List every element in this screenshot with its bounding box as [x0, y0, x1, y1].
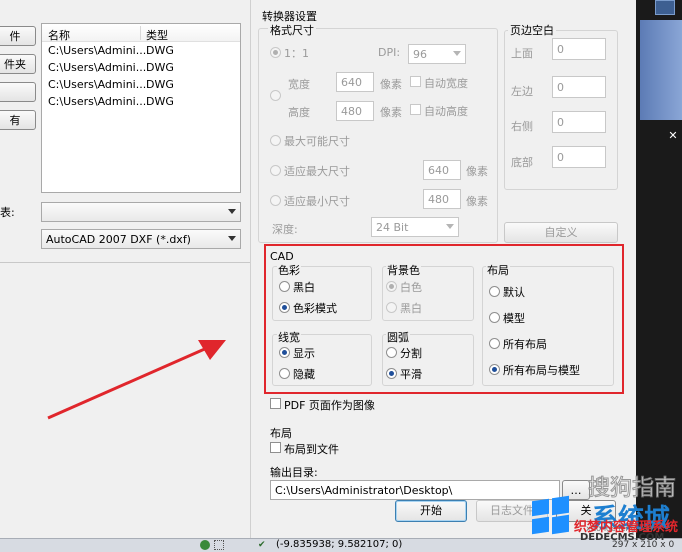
file-type: DWG — [146, 78, 174, 91]
height-label: 高度 — [288, 106, 310, 119]
margin-left-input[interactable]: 0 — [552, 76, 606, 98]
width-unit: 像素 — [380, 78, 402, 91]
divider — [0, 262, 250, 263]
list-item[interactable]: C:\Users\Admini... DWG — [42, 93, 240, 110]
max-possible-radio[interactable] — [270, 135, 281, 146]
height-unit: 像素 — [380, 106, 402, 119]
auto-width-label: 自动宽度 — [424, 77, 468, 90]
margin-bottom-label: 底部 — [511, 156, 533, 169]
margin-bottom-input[interactable]: 0 — [552, 146, 606, 168]
column-header-name[interactable]: 名称 — [48, 27, 70, 43]
fit-max-radio[interactable] — [270, 165, 281, 176]
auto-height-checkbox[interactable] — [410, 104, 421, 115]
chevron-down-icon — [228, 236, 236, 241]
fit-max-unit: 像素 — [466, 165, 488, 178]
file-type: DWG — [146, 44, 174, 57]
fit-min-radio[interactable] — [270, 195, 281, 206]
remove-button[interactable] — [0, 82, 36, 102]
fit-max-label: 适应最大尺寸 — [284, 165, 350, 178]
auto-height-label: 自动高度 — [424, 105, 468, 118]
file-type: DWG — [146, 95, 174, 108]
file-list[interactable]: 名称 类型 C:\Users\Admini... DWG C:\Users\Ad… — [41, 23, 241, 193]
margin-bottom-value: 0 — [557, 151, 564, 164]
format-size-title: 格式尺寸 — [268, 22, 316, 38]
margin-top-input[interactable]: 0 — [552, 38, 606, 60]
add-file-button[interactable]: 件 — [0, 26, 36, 46]
list-item[interactable]: C:\Users\Admini... DWG — [42, 42, 240, 59]
fit-min-value: 480 — [428, 193, 449, 206]
margin-left-label: 左边 — [511, 85, 533, 98]
add-folder-button[interactable]: 件夹 — [0, 54, 36, 74]
auto-width-checkbox[interactable] — [410, 76, 421, 87]
fit-min-unit: 像素 — [466, 195, 488, 208]
windows-logo-icon — [532, 495, 572, 536]
list-item[interactable]: C:\Users\Admini... DWG — [42, 76, 240, 93]
fit-min-input[interactable]: 480 — [423, 189, 461, 209]
column-header-type[interactable]: 类型 — [146, 27, 168, 43]
file-type: DWG — [146, 61, 174, 74]
file-name: C:\Users\Admini... — [48, 78, 147, 91]
margin-right-input[interactable]: 0 — [552, 111, 606, 133]
dpi-label: DPI: — [378, 46, 401, 59]
width-input[interactable]: 640 — [336, 72, 374, 92]
max-possible-label: 最大可能尺寸 — [284, 135, 350, 148]
pdf-as-image-label: PDF 页面作为图像 — [284, 399, 375, 412]
chevron-down-icon — [453, 51, 461, 56]
fit-min-label: 适应最小尺寸 — [284, 195, 350, 208]
output-format-select[interactable]: AutoCAD 2007 DXF (*.dxf) — [41, 229, 241, 249]
custom-margin-button[interactable]: 自定义 — [504, 222, 618, 243]
arrow-icon — [47, 340, 226, 420]
layout-to-file-checkbox[interactable] — [270, 442, 281, 453]
fit-max-input[interactable]: 640 — [423, 160, 461, 180]
highlight-box — [264, 244, 624, 394]
fit-max-value: 640 — [428, 164, 449, 177]
dpi-select[interactable]: 96 — [408, 44, 466, 64]
start-button[interactable]: 开始 — [395, 500, 467, 522]
file-list-header: 名称 类型 — [42, 24, 240, 42]
depth-select[interactable]: 24 Bit — [371, 217, 459, 237]
remove-all-button[interactable]: 有 — [0, 110, 36, 130]
height-input[interactable]: 480 — [336, 101, 374, 121]
layout-section-title: 布局 — [270, 427, 292, 440]
page-margin-title: 页边空白 — [508, 22, 556, 38]
width-value: 640 — [341, 76, 362, 89]
height-value: 480 — [341, 105, 362, 118]
ratio-1-1-radio[interactable] — [270, 47, 281, 58]
margin-top-value: 0 — [557, 43, 564, 56]
chevron-down-icon — [228, 209, 236, 214]
depth-value: 24 Bit — [376, 221, 409, 234]
margin-right-label: 右侧 — [511, 120, 533, 133]
ratio-1-1-label: 1：1 — [284, 47, 309, 60]
output-type-select[interactable] — [41, 202, 241, 222]
file-name: C:\Users\Admini... — [48, 44, 147, 57]
layout-to-file-label: 布局到文件 — [284, 443, 339, 456]
output-dir-value: C:\Users\Administrator\Desktop\ — [275, 484, 453, 497]
width-label: 宽度 — [288, 78, 310, 91]
snap-icon[interactable] — [200, 540, 210, 550]
margin-top-label: 上面 — [511, 47, 533, 60]
grid-icon[interactable] — [214, 540, 224, 550]
pdf-as-image-checkbox[interactable] — [270, 398, 281, 409]
custom-size-radio[interactable] — [270, 90, 281, 101]
output-dir-input[interactable]: C:\Users\Administrator\Desktop\ — [270, 480, 560, 500]
output-type-label: 表: — [0, 206, 15, 219]
toolbar-strip — [640, 20, 682, 120]
column-divider — [140, 26, 141, 40]
site-url-watermark: DEDECMS.COM — [580, 532, 665, 543]
depth-label: 深度: — [272, 223, 298, 236]
ortho-icon[interactable]: ✔ — [258, 540, 268, 550]
list-item[interactable]: C:\Users\Admini... DWG — [42, 59, 240, 76]
margin-right-value: 0 — [557, 116, 564, 129]
chevron-down-icon — [446, 224, 454, 229]
toolbar-icon[interactable] — [655, 0, 675, 15]
output-dir-label: 输出目录: — [270, 466, 318, 479]
close-icon[interactable]: ✕ — [666, 130, 680, 142]
output-format-value: AutoCAD 2007 DXF (*.dxf) — [46, 233, 191, 246]
file-name: C:\Users\Admini... — [48, 95, 147, 108]
coordinates-readout: (-9.835938; 9.582107; 0) — [276, 539, 403, 550]
file-name: C:\Users\Admini... — [48, 61, 147, 74]
dpi-value: 96 — [413, 48, 427, 61]
margin-left-value: 0 — [557, 81, 564, 94]
